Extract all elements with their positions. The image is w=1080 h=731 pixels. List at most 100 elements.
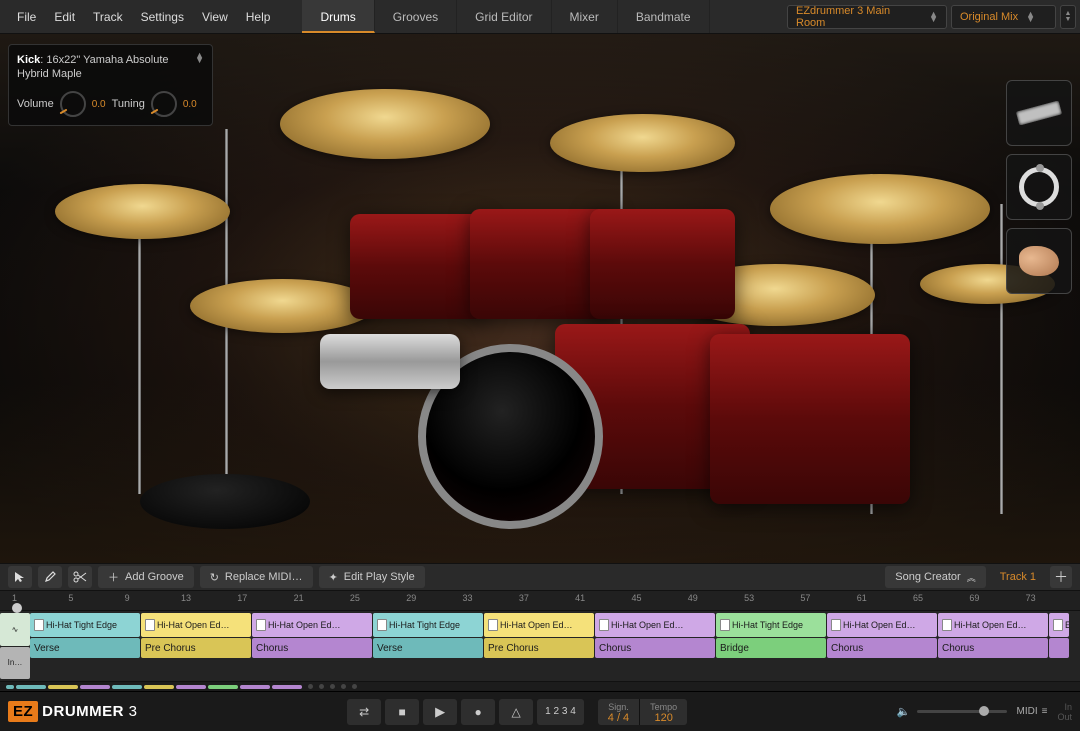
clip-label: Hi-Hat Open Ed… <box>268 620 341 630</box>
midi-clip[interactable]: Hi-Hat Open Ed… <box>595 613 715 637</box>
tab-drums[interactable]: Drums <box>302 0 374 33</box>
metronome-button[interactable]: △ <box>499 699 533 725</box>
midi-clip[interactable]: Hi-Hat Open Ed… <box>141 613 251 637</box>
segment: Hi-Hat Open Ed…Pre Chorus <box>141 613 251 679</box>
intro-label[interactable]: In… <box>0 647 30 680</box>
extra-clap[interactable] <box>1006 228 1072 294</box>
tempo[interactable]: Tempo 120 <box>639 699 687 725</box>
section-label[interactable]: Verse <box>373 638 483 658</box>
menu-settings[interactable]: Settings <box>132 0 193 34</box>
midi-clip[interactable]: Hi-Hat Open Ed… <box>252 613 372 637</box>
clips-row[interactable]: ∿ In… Hi-Hat Tight EdgeVerseHi-Hat Open … <box>0 611 1080 681</box>
ride-cymbal[interactable] <box>770 174 990 244</box>
menu-file[interactable]: File <box>8 0 45 34</box>
rack-tom-1[interactable] <box>350 214 485 319</box>
volume-value: 0.0 <box>92 99 106 110</box>
midi-clip[interactable]: Hi-Hat Tight Edge <box>30 613 140 637</box>
time-signature[interactable]: Sign. 4 / 4 <box>598 699 639 725</box>
intro-clip[interactable]: ∿ <box>0 613 30 646</box>
loop-button[interactable]: ⇄ <box>347 699 381 725</box>
edit-play-style-button[interactable]: ✦Edit Play Style <box>319 566 425 588</box>
ruler-tick: 29 <box>406 593 416 603</box>
midi-clip[interactable]: Hi-Hat Tight Edge <box>716 613 826 637</box>
tab-bandmate[interactable]: Bandmate <box>618 0 710 33</box>
tab-mixer[interactable]: Mixer <box>552 0 618 33</box>
clip-label: Hi-Hat Tight Edge <box>732 620 803 630</box>
minimap-segment[interactable] <box>208 685 238 689</box>
library-dropdown[interactable]: EZdrummer 3 Main Room ▲▼ <box>787 5 947 29</box>
tuning-knob[interactable] <box>151 91 177 117</box>
section-label[interactable] <box>1049 638 1069 658</box>
piece-selector[interactable]: Kick: 16x22" Yamaha Absolute Hybrid Mapl… <box>17 53 204 81</box>
crash-cymbal-3[interactable] <box>550 114 735 172</box>
midi-indicator[interactable]: MIDI ≡ <box>1017 706 1048 717</box>
minimap-segment[interactable] <box>80 685 110 689</box>
section-label[interactable]: Chorus <box>595 638 715 658</box>
rack-tom-3[interactable] <box>590 209 735 319</box>
midi-clip[interactable]: Hi-Hat Open Ed… <box>827 613 937 637</box>
section-label[interactable]: Chorus <box>252 638 372 658</box>
ruler-tick: 57 <box>800 593 810 603</box>
menu-track[interactable]: Track <box>84 0 132 34</box>
add-groove-button[interactable]: ＋Add Groove <box>98 566 194 588</box>
midi-clip[interactable]: Hi-Hat Open Ed… <box>484 613 594 637</box>
record-icon: ● <box>475 705 482 719</box>
preset-step-buttons[interactable]: ▲▼ <box>1060 5 1076 29</box>
add-track-button[interactable]: ＋ <box>1050 566 1072 588</box>
track-label[interactable]: Track 1 <box>1000 571 1036 583</box>
section-label[interactable]: Verse <box>30 638 140 658</box>
chevron-updown-icon: ▲▼ <box>1026 12 1035 22</box>
section-label[interactable]: Pre Chorus <box>484 638 594 658</box>
volume-slider[interactable] <box>917 710 1007 713</box>
song-creator-button[interactable]: Song Creator︽ <box>885 566 985 588</box>
minimap[interactable] <box>0 681 1080 691</box>
midi-clip[interactable]: Hi-Hat Open Ed… <box>938 613 1048 637</box>
draw-tool[interactable] <box>38 566 62 588</box>
timeline-ruler[interactable]: 15913172125293337414549535761656973 <box>0 591 1080 611</box>
minimap-segment[interactable] <box>6 685 14 689</box>
crash-cymbal-2[interactable] <box>280 89 490 159</box>
preset-dropdown[interactable]: Original Mix ▲▼ <box>951 5 1056 29</box>
section-label[interactable]: Pre Chorus <box>141 638 251 658</box>
cut-tool[interactable] <box>68 566 92 588</box>
minimap-segment[interactable] <box>272 685 302 689</box>
cymbal-stand <box>138 214 141 494</box>
minimap-segment[interactable] <box>176 685 206 689</box>
ruler-tick: 41 <box>575 593 585 603</box>
drum-kit-view[interactable]: Kick: 16x22" Yamaha Absolute Hybrid Mapl… <box>0 34 1080 563</box>
play-icon: ▶ <box>435 704 445 720</box>
pointer-tool[interactable] <box>8 566 32 588</box>
section-label[interactable]: Bridge <box>716 638 826 658</box>
extra-tambourine[interactable] <box>1006 154 1072 220</box>
section-label[interactable]: Chorus <box>827 638 937 658</box>
count-in-display[interactable]: 1 2 3 4 <box>537 699 584 725</box>
menu-view[interactable]: View <box>193 0 237 34</box>
ruler-tick: 21 <box>294 593 304 603</box>
minimap-segment[interactable] <box>144 685 174 689</box>
stop-button[interactable]: ■ <box>385 699 419 725</box>
drum-stool <box>140 474 310 529</box>
midi-clip[interactable]: E <box>1049 613 1069 637</box>
menu-edit[interactable]: Edit <box>45 0 84 34</box>
menubar-right: EZdrummer 3 Main Room ▲▼ Original Mix ▲▼… <box>787 0 1080 33</box>
midi-clip[interactable]: Hi-Hat Tight Edge <box>373 613 483 637</box>
replace-midi-button[interactable]: ↻Replace MIDI… <box>200 566 313 588</box>
snare-drum[interactable] <box>320 334 460 389</box>
section-label[interactable]: Chorus <box>938 638 1048 658</box>
menu-help[interactable]: Help <box>237 0 280 34</box>
crash-cymbal-1[interactable] <box>55 184 230 239</box>
hihat-cymbal[interactable] <box>190 279 375 333</box>
minimap-segment[interactable] <box>16 685 46 689</box>
tab-grid-editor[interactable]: Grid Editor <box>457 0 551 33</box>
record-button[interactable]: ● <box>461 699 495 725</box>
minimap-segment[interactable] <box>48 685 78 689</box>
play-button[interactable]: ▶ <box>423 699 457 725</box>
minimap-segment[interactable] <box>112 685 142 689</box>
floor-tom-2[interactable] <box>710 334 910 504</box>
app-logo: EZ DRUMMER 3 <box>8 701 138 722</box>
intro-column[interactable]: ∿ In… <box>0 613 30 679</box>
tab-grooves[interactable]: Grooves <box>375 0 457 33</box>
volume-knob[interactable] <box>60 91 86 117</box>
extra-shaker[interactable] <box>1006 80 1072 146</box>
minimap-segment[interactable] <box>240 685 270 689</box>
